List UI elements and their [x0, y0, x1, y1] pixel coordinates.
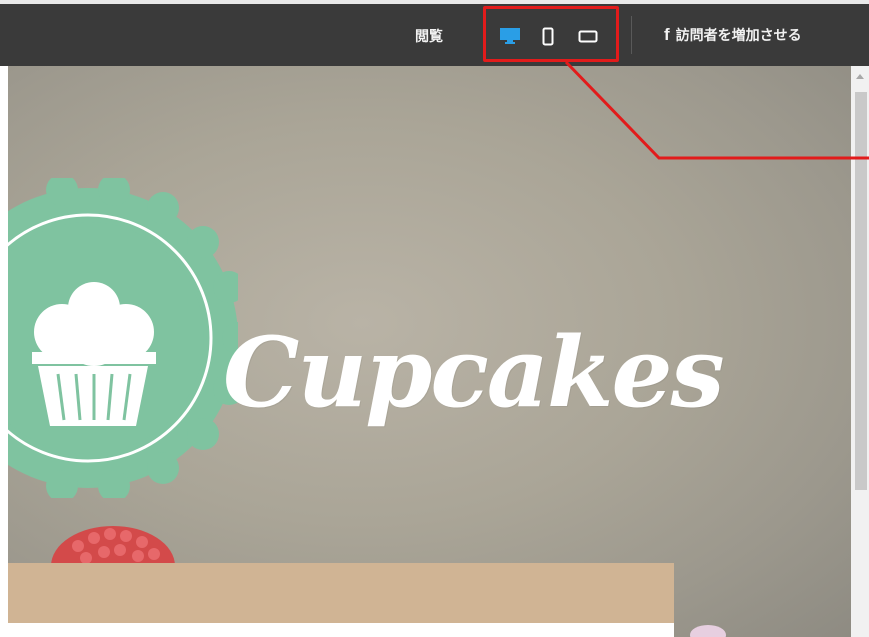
vertical-scrollbar[interactable]	[851, 66, 869, 637]
content-area	[8, 623, 674, 637]
facebook-promote-link[interactable]: f 訪問者を増加させる	[664, 25, 802, 45]
cupcake-logo	[8, 178, 238, 498]
toolbar-divider	[631, 16, 632, 54]
facebook-promote-label: 訪問者を増加させる	[675, 28, 802, 44]
facebook-icon: f	[664, 25, 670, 44]
mobile-view-icon[interactable]	[542, 27, 554, 46]
content-banner	[8, 563, 674, 623]
preview-button[interactable]: 閲覧	[415, 26, 443, 46]
scrollbar-thumb[interactable]	[855, 92, 867, 490]
site-preview: Cupcakes	[8, 66, 851, 637]
preview-left-margin	[0, 66, 8, 637]
desktop-view-icon[interactable]	[499, 27, 521, 45]
frosting-image	[690, 625, 726, 637]
scroll-up-arrow-icon[interactable]	[855, 72, 865, 80]
tablet-landscape-view-icon[interactable]	[578, 30, 598, 43]
site-title: Cupcakes	[223, 316, 725, 429]
